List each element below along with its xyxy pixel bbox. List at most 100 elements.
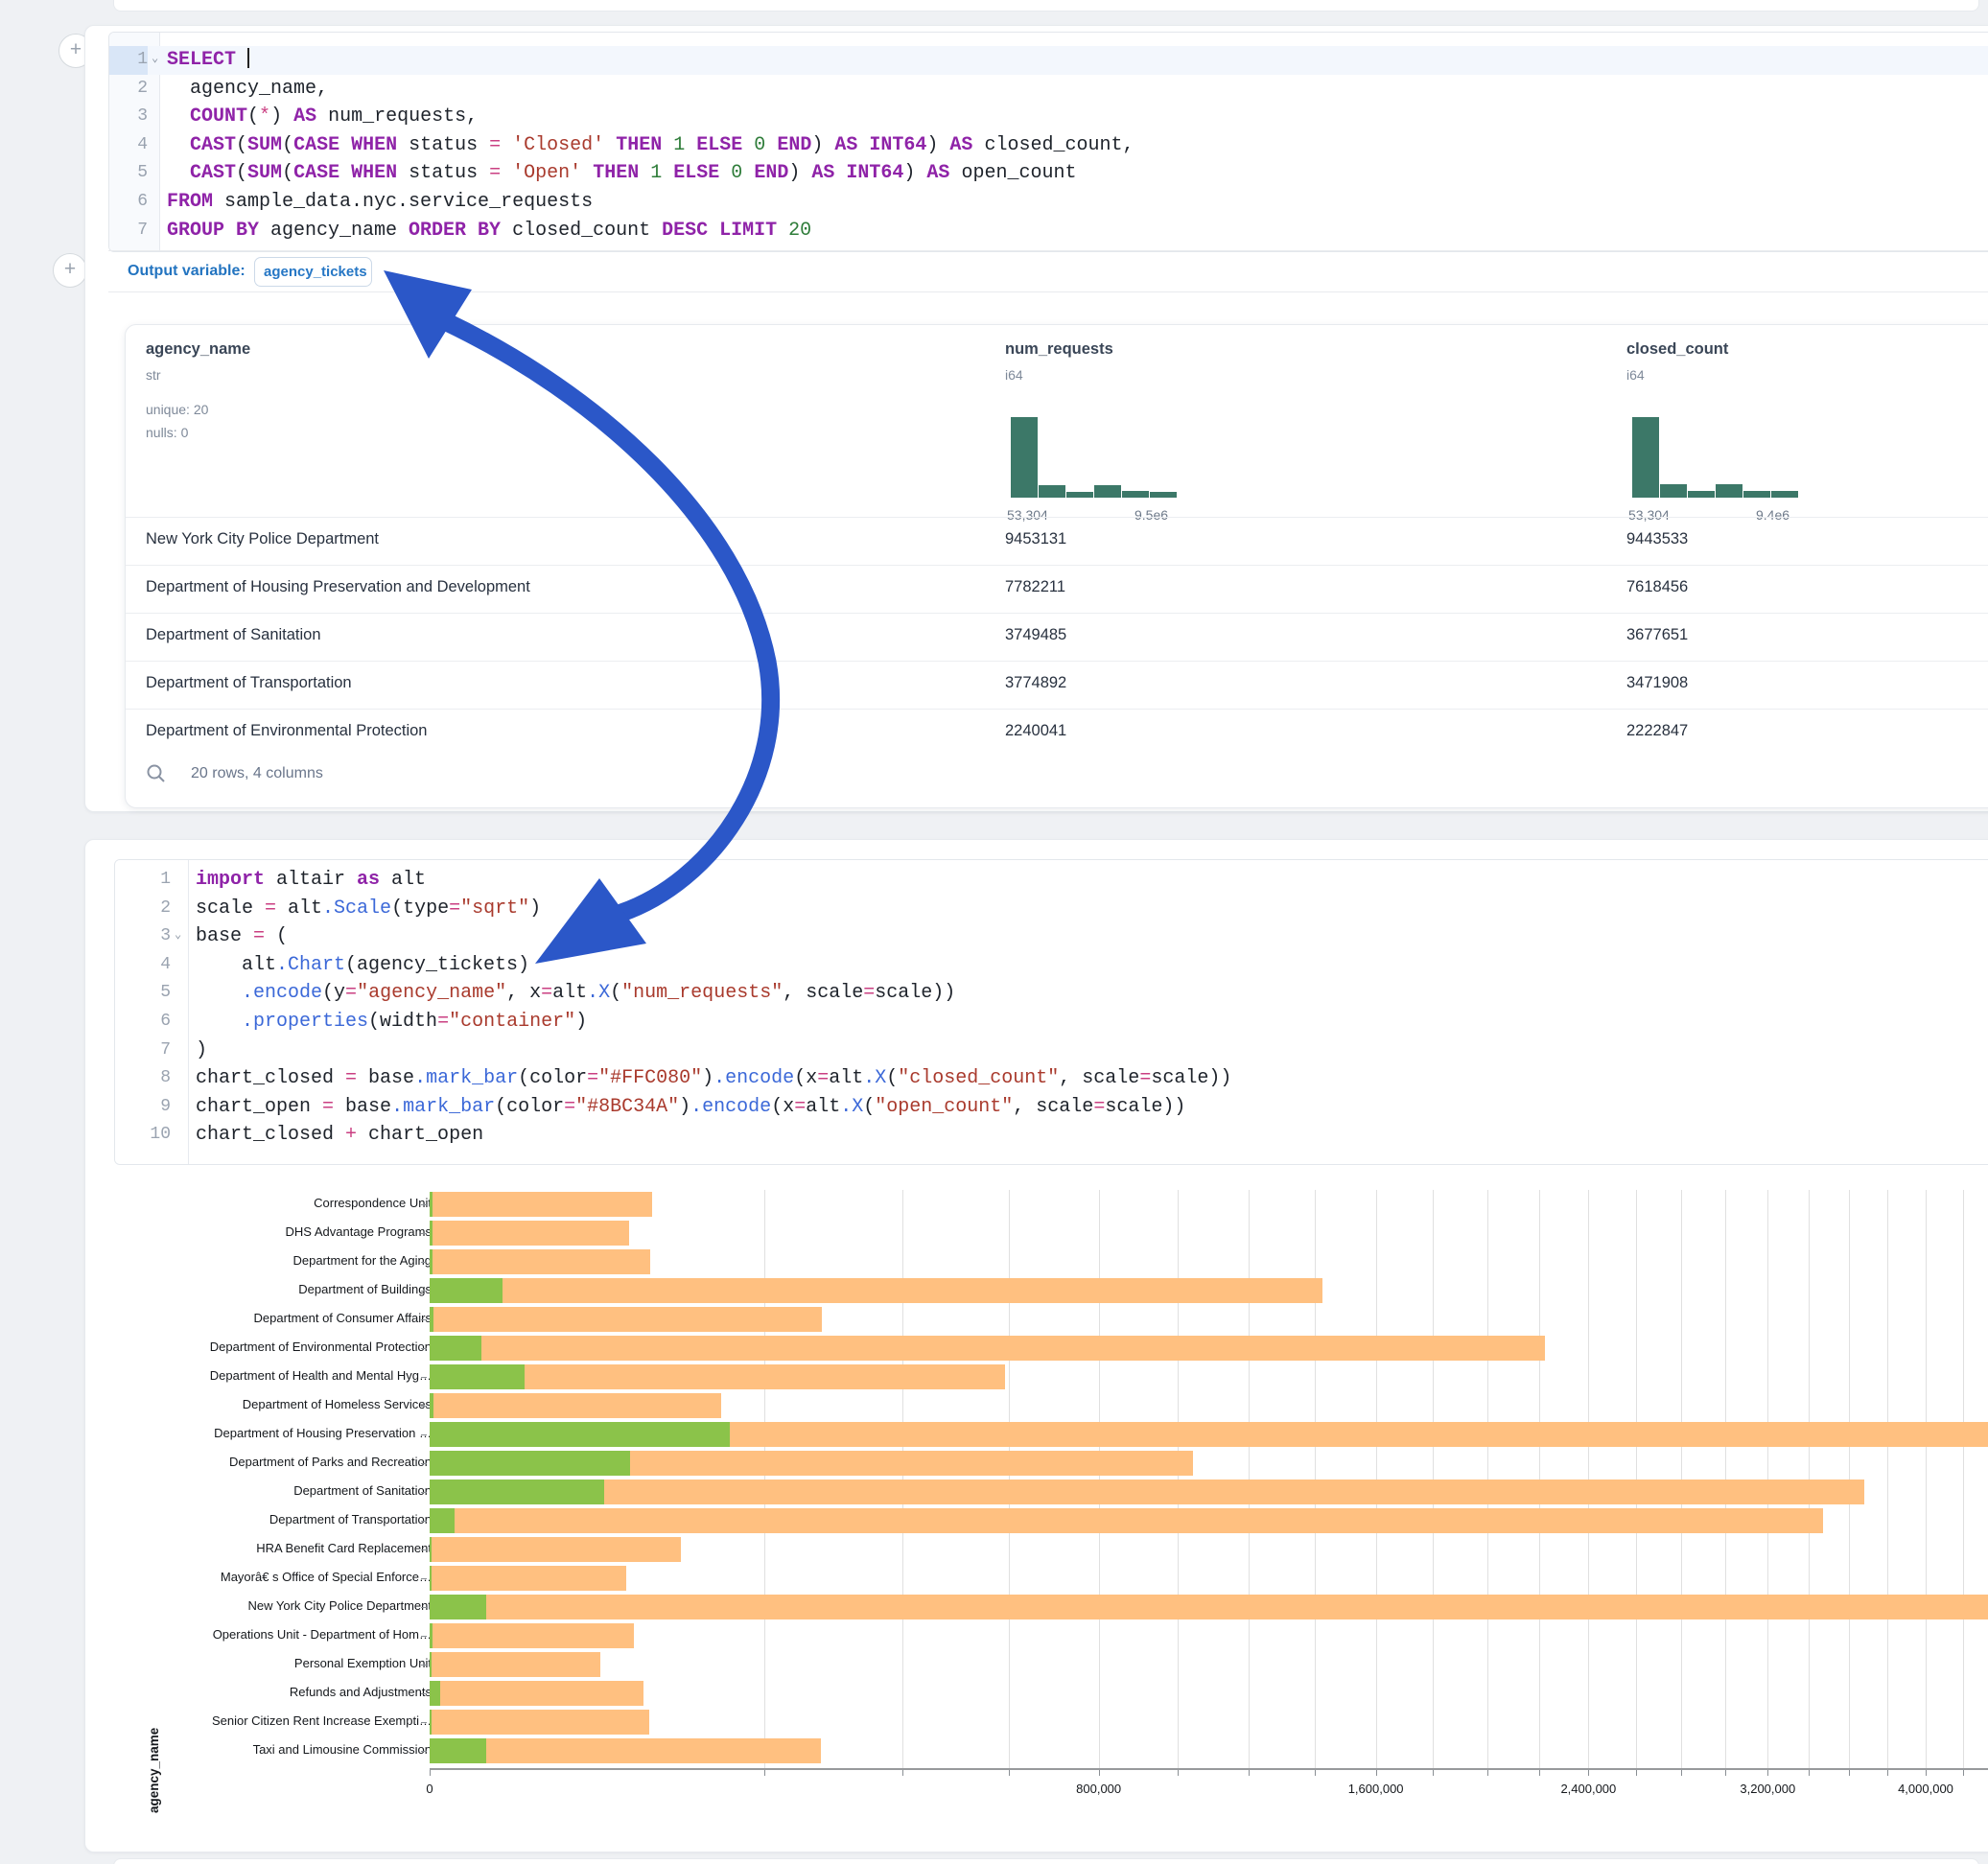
closed-count-bar[interactable] bbox=[430, 1307, 822, 1332]
cell-num_requests: 2240041 bbox=[1005, 722, 1066, 740]
y-axis-label: Personal Exemption Unit bbox=[294, 1656, 432, 1670]
closed-count-bar[interactable] bbox=[430, 1221, 629, 1246]
closed-count-bar[interactable] bbox=[430, 1710, 649, 1735]
open-count-bar[interactable] bbox=[430, 1710, 432, 1735]
code-line[interactable]: 4 CAST(SUM(CASE WHEN status = 'Closed' T… bbox=[109, 131, 1988, 160]
closed-count-bar[interactable] bbox=[430, 1566, 626, 1591]
code-line[interactable]: 4 alt.Chart(agency_tickets) bbox=[115, 951, 1988, 980]
closed-count-bar[interactable] bbox=[430, 1738, 821, 1763]
closed-count-bar[interactable] bbox=[430, 1192, 652, 1217]
table-row-count: 20 rows, 4 columns bbox=[191, 765, 323, 782]
closed-count-bar[interactable] bbox=[430, 1393, 721, 1418]
line-number: 1 bbox=[109, 46, 148, 75]
y-axis-label: DHS Advantage Programs bbox=[286, 1224, 432, 1239]
open-count-bar[interactable] bbox=[430, 1508, 455, 1533]
x-axis-label: 3,200,000 bbox=[1710, 1782, 1825, 1796]
python-editor[interactable]: 1import altair as alt2scale = alt.Scale(… bbox=[114, 859, 1988, 1165]
open-count-bar[interactable] bbox=[430, 1364, 525, 1389]
open-count-bar[interactable] bbox=[430, 1681, 440, 1706]
cell-agency_name: Department of Environmental Protection bbox=[146, 722, 427, 740]
line-number: 5 bbox=[134, 979, 171, 1008]
code-line[interactable]: 1import altair as alt bbox=[115, 866, 1988, 895]
table-row[interactable]: Department of Housing Preservation and D… bbox=[126, 566, 1988, 613]
add-cell-button[interactable]: + bbox=[53, 253, 87, 288]
line-number: 3 bbox=[111, 103, 148, 131]
y-axis-label: Senior Citizen Rent Increase Exempti… bbox=[212, 1713, 432, 1728]
closed-count-bar[interactable] bbox=[430, 1508, 1823, 1533]
line-number: 10 bbox=[134, 1121, 171, 1150]
closed-count-bar[interactable] bbox=[430, 1336, 1545, 1361]
open-count-bar[interactable] bbox=[430, 1307, 433, 1332]
line-number: 4 bbox=[111, 131, 148, 160]
closed-count-bar[interactable] bbox=[430, 1681, 643, 1706]
closed-count-bar[interactable] bbox=[430, 1537, 681, 1562]
column-header[interactable]: num_requests bbox=[1005, 340, 1113, 359]
column-null-count: nulls: 0 bbox=[146, 425, 188, 440]
code-line[interactable]: 5 CAST(SUM(CASE WHEN status = 'Open' THE… bbox=[109, 159, 1988, 188]
output-variable-input[interactable]: agency_tickets bbox=[254, 257, 372, 287]
open-count-bar[interactable] bbox=[430, 1192, 433, 1217]
y-axis-label: Department for the Aging bbox=[292, 1253, 432, 1268]
table-row[interactable]: Department of Transportation377489234719… bbox=[126, 662, 1988, 709]
open-count-bar[interactable] bbox=[430, 1537, 432, 1562]
code-line[interactable]: 3⌄base = ( bbox=[115, 922, 1988, 951]
column-histogram bbox=[1011, 417, 1178, 498]
y-axis-label: Operations Unit - Department of Hom… bbox=[213, 1627, 432, 1642]
open-count-bar[interactable] bbox=[430, 1652, 432, 1677]
closed-count-bar[interactable] bbox=[430, 1595, 1988, 1619]
open-count-bar[interactable] bbox=[430, 1336, 481, 1361]
code-line[interactable]: 8chart_closed = base.mark_bar(color="#FF… bbox=[115, 1064, 1988, 1093]
open-count-bar[interactable] bbox=[430, 1566, 432, 1591]
code-line[interactable]: 10chart_closed + chart_open bbox=[115, 1121, 1988, 1150]
open-count-bar[interactable] bbox=[430, 1595, 486, 1619]
y-axis-label: Department of Health and Mental Hyg… bbox=[210, 1368, 432, 1383]
open-count-bar[interactable] bbox=[430, 1623, 433, 1648]
closed-count-bar[interactable] bbox=[430, 1480, 1864, 1504]
line-number: 4 bbox=[134, 951, 171, 980]
result-table-card: agency_namestrunique: 20nulls: 0num_requ… bbox=[125, 324, 1988, 808]
table-row[interactable]: Department of Environmental Protection 22… bbox=[126, 710, 1988, 757]
table-row[interactable]: Department of Sanitation37494853677651 bbox=[126, 614, 1988, 661]
chevron-down-icon[interactable]: ⌄ bbox=[175, 922, 181, 951]
open-count-bar[interactable] bbox=[430, 1451, 630, 1476]
closed-count-bar[interactable] bbox=[430, 1652, 600, 1677]
column-histogram bbox=[1632, 417, 1799, 498]
open-count-bar[interactable] bbox=[430, 1221, 433, 1246]
open-count-bar[interactable] bbox=[430, 1422, 730, 1447]
code-line[interactable]: 7) bbox=[115, 1037, 1988, 1065]
closed-count-bar[interactable] bbox=[430, 1623, 634, 1648]
code-line[interactable]: 6FROM sample_data.nyc.service_requests bbox=[109, 188, 1988, 217]
line-number: 2 bbox=[134, 895, 171, 923]
line-number: 7 bbox=[111, 217, 148, 245]
column-header[interactable]: closed_count bbox=[1626, 340, 1728, 359]
open-count-bar[interactable] bbox=[430, 1393, 433, 1418]
cell-num_requests: 3774892 bbox=[1005, 674, 1066, 692]
code-line[interactable]: 9chart_open = base.mark_bar(color="#8BC3… bbox=[115, 1093, 1988, 1122]
open-count-bar[interactable] bbox=[430, 1738, 486, 1763]
closed-count-bar[interactable] bbox=[430, 1249, 650, 1274]
y-axis-label: Department of Buildings bbox=[298, 1282, 432, 1296]
code-line[interactable]: 5 .encode(y="agency_name", x=alt.X("num_… bbox=[115, 979, 1988, 1008]
open-count-bar[interactable] bbox=[430, 1278, 503, 1303]
code-line[interactable]: 6 .properties(width="container") bbox=[115, 1008, 1988, 1037]
code-line[interactable]: 3 COUNT(*) AS num_requests, bbox=[109, 103, 1988, 131]
column-header[interactable]: agency_name bbox=[146, 340, 250, 359]
open-count-bar[interactable] bbox=[430, 1249, 433, 1274]
chevron-down-icon[interactable]: ⌄ bbox=[152, 46, 158, 75]
code-line[interactable]: 2 agency_name, bbox=[109, 75, 1988, 104]
y-axis-label: Mayorâ€ s Office of Special Enforce… bbox=[221, 1570, 432, 1584]
output-variable-label: Output variable: bbox=[128, 263, 246, 280]
sql-editor[interactable]: 1⌄SELECT 2 agency_name,3 COUNT(*) AS num… bbox=[108, 32, 1988, 252]
table-row[interactable]: New York City Police Department945313194… bbox=[126, 518, 1988, 565]
closed-count-bar[interactable] bbox=[430, 1278, 1322, 1303]
search-icon[interactable] bbox=[145, 762, 168, 785]
sql-cell-card: 1⌄SELECT 2 agency_name,3 COUNT(*) AS num… bbox=[84, 25, 1988, 812]
altair-chart[interactable]: Correspondence UnitDHS Advantage Program… bbox=[85, 1176, 1988, 1828]
line-number: 6 bbox=[111, 188, 148, 217]
open-count-bar[interactable] bbox=[430, 1480, 604, 1504]
code-line[interactable]: 1⌄SELECT bbox=[109, 46, 1988, 75]
code-line[interactable]: 2scale = alt.Scale(type="sqrt") bbox=[115, 895, 1988, 923]
code-line[interactable]: 7GROUP BY agency_name ORDER BY closed_co… bbox=[109, 217, 1988, 245]
column-type: i64 bbox=[1005, 367, 1023, 383]
x-axis-label: 2,400,000 bbox=[1531, 1782, 1646, 1796]
